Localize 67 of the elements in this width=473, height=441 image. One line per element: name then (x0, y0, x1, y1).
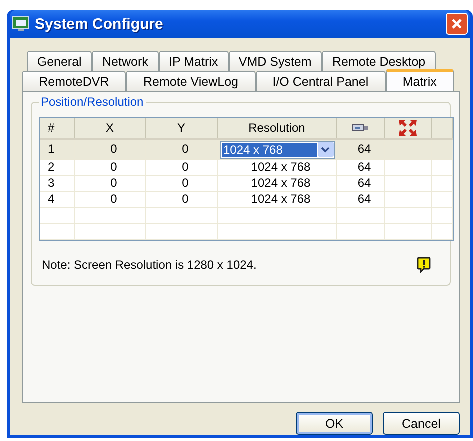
empty-cell (432, 160, 453, 176)
window-title: System Configure (35, 16, 164, 32)
empty-cell (75, 208, 146, 224)
empty-cell (385, 176, 432, 192)
tab[interactable]: Remote Desktop (322, 51, 436, 71)
app-icon (12, 16, 30, 32)
resolution-dropdown[interactable]: 1024 x 768 (220, 140, 334, 158)
empty-cell (75, 224, 146, 240)
dialog-button[interactable]: OK (296, 412, 373, 435)
column-header[interactable]: Y (146, 118, 218, 138)
table-cell: 0 (182, 192, 189, 207)
empty-cell (385, 192, 432, 208)
table-cell: 4 (48, 192, 55, 207)
group-title: Position/Resolution (39, 95, 146, 109)
chevron-down-icon (321, 146, 330, 152)
empty-cell (385, 224, 432, 240)
empty-cell (337, 224, 385, 240)
table-cell: 1 (48, 142, 55, 157)
tab[interactable]: Matrix (386, 69, 454, 91)
empty-cell (146, 224, 218, 240)
table-cell: 64 (358, 192, 372, 207)
column-header[interactable]: Resolution (218, 118, 337, 138)
table-cell: 2 (48, 160, 55, 175)
table-cell: 0 (110, 176, 118, 191)
empty-cell (385, 160, 432, 176)
column-header[interactable]: # (40, 118, 75, 138)
empty-cell (432, 192, 453, 208)
tab[interactable]: RemoteDVR (22, 71, 126, 91)
table-row[interactable]: 4 0 0 1024 x 768 64 (40, 192, 453, 208)
empty-cell (432, 224, 453, 240)
empty-cell (432, 176, 453, 192)
tab[interactable]: General (27, 51, 92, 71)
tab[interactable]: I/O Central Panel (256, 71, 386, 91)
table-row[interactable]: 2 0 0 1024 x 768 64 (40, 160, 453, 176)
empty-cell (146, 208, 218, 224)
column-header[interactable]: X (75, 118, 146, 138)
table-cell: 0 (182, 176, 189, 191)
close-button[interactable] (446, 13, 468, 35)
table-cell: 0 (182, 142, 189, 157)
note-text: Note: Screen Resolution is 1280 x 1024. (42, 258, 257, 272)
table-cell: 0 (110, 192, 118, 207)
table-cell: 64 (358, 160, 372, 175)
expand-icon (399, 120, 417, 136)
table-row[interactable]: 1 0 0 1024 x 768 64 (40, 140, 453, 160)
table-cell: 1024 x 768 (251, 160, 311, 175)
tab[interactable]: VMD System (228, 51, 322, 71)
empty-cell (40, 208, 75, 224)
table-cell: 64 (358, 176, 372, 191)
warning-icon (417, 257, 431, 273)
table-cell: 1024 x 768 (251, 192, 311, 207)
empty-cell (432, 208, 453, 224)
tab[interactable]: IP Matrix (158, 51, 229, 71)
dialog-button[interactable]: Cancel (383, 412, 460, 435)
empty-cell (337, 208, 385, 224)
table-cell: 3 (48, 176, 55, 191)
table-cell: 1024 x 768 (251, 176, 311, 191)
table-cell: 0 (110, 160, 118, 175)
table-row[interactable]: 3 0 0 1024 x 768 64 (40, 176, 453, 192)
tab[interactable]: Network (92, 51, 159, 71)
table-cell: 0 (110, 142, 118, 157)
empty-cell (385, 208, 432, 224)
table-cell: 0 (182, 160, 189, 175)
camera-icon (352, 123, 370, 133)
table-cell: 64 (358, 142, 372, 157)
tab[interactable]: Remote ViewLog (126, 71, 256, 91)
close-icon (451, 18, 463, 30)
empty-cell (40, 224, 75, 240)
